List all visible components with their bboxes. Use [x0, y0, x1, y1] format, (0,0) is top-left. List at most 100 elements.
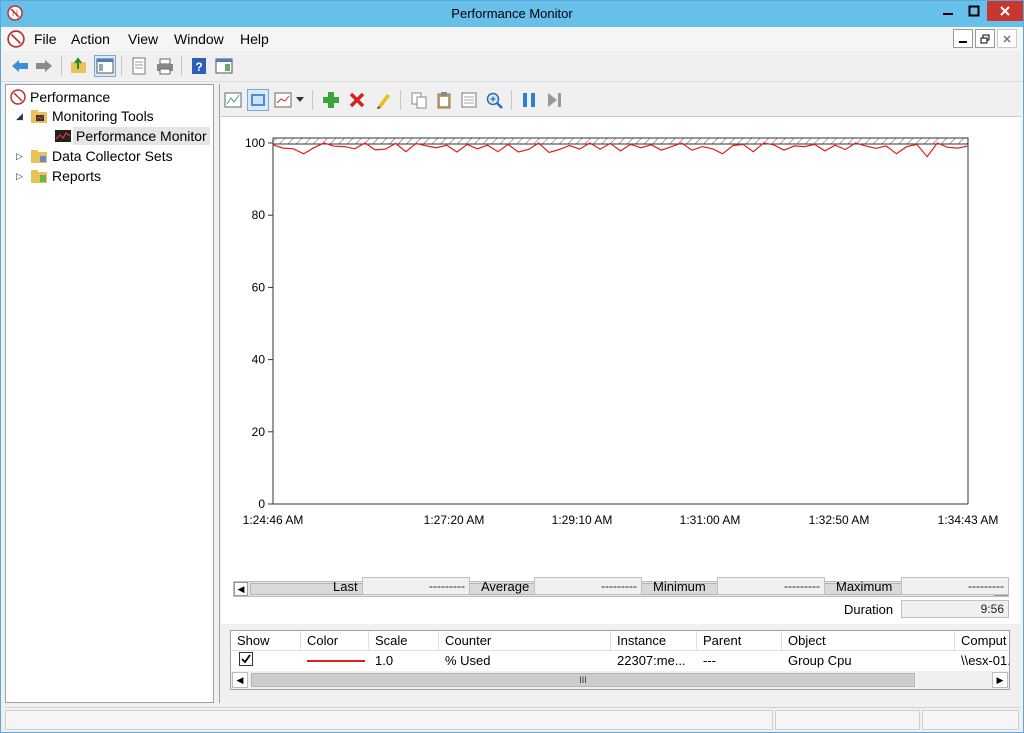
maximize-button[interactable]	[961, 1, 987, 21]
series-color-swatch	[307, 660, 365, 662]
graph-type-dropdown[interactable]	[294, 89, 306, 111]
row-scale: 1.0	[375, 653, 394, 668]
menu-window[interactable]: Window	[174, 31, 224, 47]
row-instance: 22307:me...	[617, 653, 686, 668]
average-label: Average	[481, 579, 530, 594]
mdi-window-controls	[953, 29, 1017, 48]
column-header-counter[interactable]: Counter	[439, 631, 611, 651]
zoom-icon	[486, 92, 503, 109]
view-log-data-button[interactable]	[247, 89, 269, 111]
duration-label: Duration	[844, 602, 894, 617]
close-icon	[1000, 6, 1010, 16]
main-toolbar: ?	[1, 52, 1023, 82]
menu-file[interactable]: File	[34, 31, 57, 47]
freeze-display-icon	[523, 93, 535, 107]
line-chart[interactable]: 0 20 40 60 80 100 1:24:46 AM 1:27:20 AM 1:29:10 …	[221, 117, 1021, 547]
tree-item-monitoring-tools[interactable]: ◢ Monitoring Tools	[16, 106, 154, 126]
table-row[interactable]: 1.0 % Used 22307:me... --- Group Cpu \\e…	[231, 652, 1009, 670]
show-hide-tree-button[interactable]	[94, 55, 116, 77]
help-button[interactable]: ?	[188, 55, 210, 77]
close-button[interactable]	[987, 1, 1023, 21]
table-scrollbar-thumb[interactable]: III	[251, 673, 915, 687]
menu-action[interactable]: Action	[71, 31, 110, 47]
performance-monitor-icon	[54, 128, 72, 144]
print-button[interactable]	[154, 55, 176, 77]
change-graph-type-button[interactable]	[272, 89, 294, 111]
delete-counter-button[interactable]	[346, 89, 368, 111]
show-action-pane-button[interactable]	[213, 55, 235, 77]
row-object: Group Cpu	[788, 653, 852, 668]
graph-type-dropdown-icon	[296, 97, 304, 102]
help-icon: ?	[192, 58, 206, 74]
column-header-object[interactable]: Object	[782, 631, 955, 651]
update-data-icon	[548, 93, 561, 107]
maximum-value: ---------	[901, 577, 1009, 595]
properties-icon	[461, 92, 477, 108]
highlight-icon	[377, 94, 390, 109]
change-graph-type-icon	[274, 92, 292, 108]
row-parent: ---	[703, 653, 716, 668]
svg-text:?: ?	[195, 60, 202, 74]
properties-button[interactable]	[128, 55, 150, 77]
clip-hatch-band	[272, 137, 969, 145]
copy-properties-button[interactable]	[408, 89, 430, 111]
back-button[interactable]	[9, 55, 31, 77]
tree-label-monitoring-tools: Monitoring Tools	[52, 108, 154, 124]
monitoring-tools-folder-icon	[30, 108, 48, 124]
tree-label-performance: Performance	[30, 89, 111, 105]
column-header-scale[interactable]: Scale	[369, 631, 439, 651]
title-bar[interactable]: N Performance Monitor	[1, 1, 1023, 27]
collapse-arrow-icon[interactable]: ◢	[16, 111, 26, 122]
tree-item-data-collector-sets[interactable]: ▷ Data Collector Sets	[16, 146, 173, 166]
update-data-button[interactable]	[543, 89, 565, 111]
zoom-button[interactable]	[483, 89, 505, 111]
scroll-left-arrow-icon[interactable]: ◀	[232, 672, 248, 688]
status-segment-main	[5, 710, 773, 730]
view-current-activity-button[interactable]	[222, 89, 244, 111]
status-segment-2	[775, 710, 920, 730]
y-tick-label: 100	[245, 136, 265, 150]
graph-properties-button[interactable]	[458, 89, 480, 111]
freeze-display-button[interactable]	[518, 89, 540, 111]
y-tick-label: 20	[252, 425, 266, 439]
maximum-label: Maximum	[836, 579, 893, 594]
tree-label-reports: Reports	[52, 168, 102, 184]
up-folder-icon	[71, 57, 86, 73]
properties-icon	[132, 57, 146, 75]
up-level-button[interactable]	[68, 55, 90, 77]
y-tick-label: 40	[252, 353, 266, 367]
column-header-parent[interactable]: Parent	[697, 631, 782, 651]
tree-label-performance-monitor: Performance Monitor	[73, 127, 210, 145]
expand-arrow-icon[interactable]: ▷	[16, 151, 26, 162]
scroll-right-arrow-icon[interactable]: ▶	[992, 672, 1008, 688]
y-tick-label: 0	[258, 497, 265, 511]
reports-folder-icon	[30, 168, 48, 184]
column-header-computer[interactable]: Comput	[955, 631, 1009, 651]
expand-arrow-icon[interactable]: ▷	[16, 171, 26, 182]
tree-item-performance[interactable]: Performance	[10, 87, 110, 107]
menu-help[interactable]: Help	[240, 31, 269, 47]
mdi-minimize-button[interactable]	[953, 29, 973, 48]
table-horizontal-scrollbar[interactable]: ◀ III ▶	[231, 671, 1009, 689]
add-counter-button[interactable]	[320, 89, 342, 111]
row-computer: \\esx-01...	[961, 653, 1009, 668]
console-tree: Performance ◢ Monitoring Tools Performan…	[5, 84, 214, 703]
mdi-close-button[interactable]	[997, 29, 1017, 48]
column-header-show[interactable]: Show	[231, 631, 301, 651]
highlight-button[interactable]	[372, 89, 394, 111]
show-action-pane-icon	[215, 58, 233, 74]
column-header-instance[interactable]: Instance	[611, 631, 697, 651]
column-header-color[interactable]: Color	[301, 631, 369, 651]
paste-counter-list-button[interactable]	[433, 89, 455, 111]
copy-properties-icon	[411, 92, 427, 109]
show-checkbox[interactable]	[233, 652, 253, 670]
system-menu-icon[interactable]	[7, 30, 25, 51]
tree-item-reports[interactable]: ▷ Reports	[16, 166, 101, 186]
duration-value: 9:56	[901, 600, 1009, 618]
tree-item-performance-monitor[interactable]: Performance Monitor	[54, 126, 210, 146]
mdi-restore-button[interactable]	[975, 29, 995, 48]
minimize-button[interactable]	[935, 1, 961, 21]
forward-button[interactable]	[33, 55, 55, 77]
menu-view[interactable]: View	[128, 31, 158, 47]
y-tick-label: 60	[252, 280, 266, 294]
